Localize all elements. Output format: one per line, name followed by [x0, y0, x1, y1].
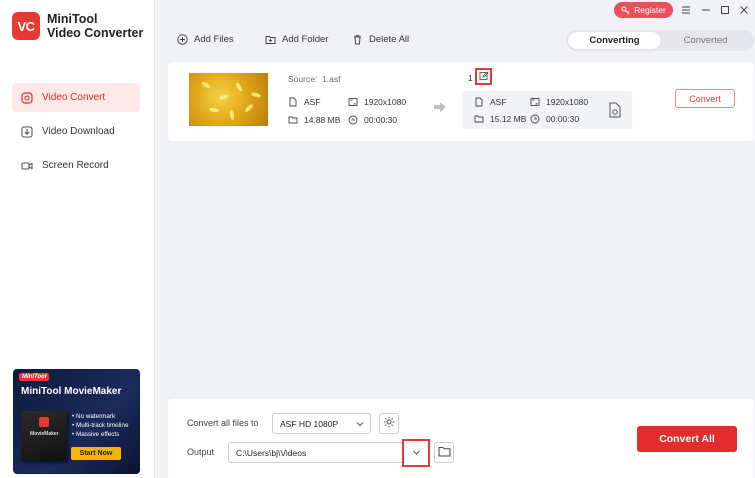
gear-icon — [383, 415, 395, 433]
tab-converted[interactable]: Converted — [659, 32, 752, 49]
folder-icon — [288, 115, 298, 125]
sidebar-item-label: Video Download — [42, 126, 115, 137]
output-settings-panel: Convert all files to ASF HD 1080P Output… — [168, 399, 754, 478]
key-icon — [621, 6, 630, 15]
conversion-tabs: Converting Converted — [566, 30, 754, 51]
camera-icon — [21, 160, 33, 172]
sidebar-nav: Video Convert Video Download Screen Reco… — [12, 83, 140, 185]
convert-all-files-label: Convert all files to — [187, 418, 259, 428]
delete-all-label: Delete All — [369, 34, 410, 45]
target-filename: 1 — [468, 73, 473, 83]
target-size: 15.12 MB — [474, 114, 526, 124]
video-thumbnail[interactable] — [189, 73, 268, 126]
sidebar-item-label: Screen Record — [42, 160, 109, 171]
source-resolution: 1920x1080 — [348, 97, 406, 107]
target-duration: 00:00:30 — [530, 114, 579, 124]
resolution-icon — [530, 97, 540, 107]
promo-feature: • Massive effects — [72, 431, 120, 438]
chevron-down-icon — [356, 420, 364, 428]
convert-all-button[interactable]: Convert All — [637, 426, 737, 452]
sidebar-item-video-download[interactable]: Video Download — [12, 117, 140, 146]
clock-icon — [530, 114, 540, 124]
output-label: Output — [187, 447, 215, 457]
product-box-label: MovieMaker — [30, 431, 59, 437]
browse-folder-button[interactable] — [434, 442, 454, 463]
add-files-label: Add Files — [194, 34, 234, 45]
menu-icon[interactable] — [680, 4, 692, 16]
sidebar-item-video-convert[interactable]: Video Convert — [12, 83, 140, 112]
close-icon[interactable] — [738, 4, 750, 16]
promo-feature: • No watermark — [72, 413, 116, 420]
minimize-icon[interactable] — [700, 4, 712, 16]
maximize-icon[interactable] — [719, 4, 731, 16]
app-name-line2: Video Converter — [47, 26, 144, 40]
output-path-dropdown-button[interactable] — [402, 439, 430, 467]
product-box-image: MovieMaker — [21, 411, 67, 461]
output-format-select[interactable]: ASF HD 1080P — [272, 413, 371, 434]
source-filename: Source: 1.asf — [288, 74, 341, 84]
app-name: MiniTool Video Converter — [47, 12, 143, 40]
plus-circle-icon — [177, 34, 188, 45]
register-button[interactable]: Register — [614, 2, 673, 18]
source-size: 14.88 MB — [288, 115, 340, 125]
arrow-right-icon — [433, 100, 447, 114]
moviemaker-promo-banner[interactable]: MiniTool MiniTool MovieMaker MovieMaker … — [13, 369, 140, 474]
source-duration: 00:00:30 — [348, 115, 397, 125]
format-settings-button[interactable] — [379, 413, 399, 434]
source-format: ASF — [288, 97, 321, 107]
tab-converting[interactable]: Converting — [568, 32, 661, 49]
convert-icon — [21, 91, 33, 104]
delete-all-button[interactable]: Delete All — [352, 34, 409, 45]
app-logo: VC — [12, 12, 40, 40]
folder-icon — [438, 444, 451, 462]
promo-feature: • Multi-track timeline — [72, 422, 129, 429]
folder-plus-icon — [265, 34, 276, 45]
folder-icon — [474, 114, 484, 124]
target-format: ASF — [474, 97, 507, 107]
app-name-line1: MiniTool — [47, 12, 98, 26]
convert-button[interactable]: Convert — [675, 89, 735, 108]
sidebar: VC MiniTool Video Converter Video Conver… — [0, 0, 155, 478]
trash-icon — [352, 34, 363, 45]
promo-brand-tag: MiniTool — [19, 373, 50, 381]
output-path-value: C:\Users\bj\Videos — [236, 447, 307, 458]
file-item-card: Source: 1.asf ASF 1920x1080 14.88 MB 00:… — [168, 62, 754, 141]
product-logo-icon — [39, 417, 49, 427]
add-folder-label: Add Folder — [282, 34, 329, 45]
register-label: Register — [634, 5, 666, 15]
clock-icon — [348, 115, 358, 125]
sidebar-item-screen-record[interactable]: Screen Record — [12, 151, 140, 180]
sidebar-item-label: Video Convert — [42, 92, 106, 103]
promo-feature-list: • No watermark • Multi-track timeline • … — [72, 412, 128, 439]
edit-icon — [479, 68, 489, 86]
download-icon — [21, 125, 33, 138]
file-format-icon — [288, 97, 298, 107]
target-settings-panel[interactable]: ASF 1920x1080 15.12 MB 00:00:30 — [462, 91, 632, 129]
promo-title: MiniTool MovieMaker — [21, 386, 122, 397]
output-path-field[interactable]: C:\Users\bj\Videos — [228, 442, 404, 463]
add-folder-button[interactable]: Add Folder — [265, 34, 328, 45]
add-files-button[interactable]: Add Files — [177, 34, 234, 45]
start-now-button[interactable]: Start Now — [71, 447, 121, 460]
edit-target-name-button[interactable] — [475, 68, 492, 85]
file-settings-icon[interactable] — [608, 102, 622, 118]
resolution-icon — [348, 97, 358, 107]
app-brand: VC MiniTool Video Converter — [12, 12, 143, 40]
output-format-value: ASF HD 1080P — [280, 418, 339, 429]
target-resolution: 1920x1080 — [530, 97, 588, 107]
chevron-down-icon — [412, 444, 421, 462]
file-format-icon — [474, 97, 484, 107]
